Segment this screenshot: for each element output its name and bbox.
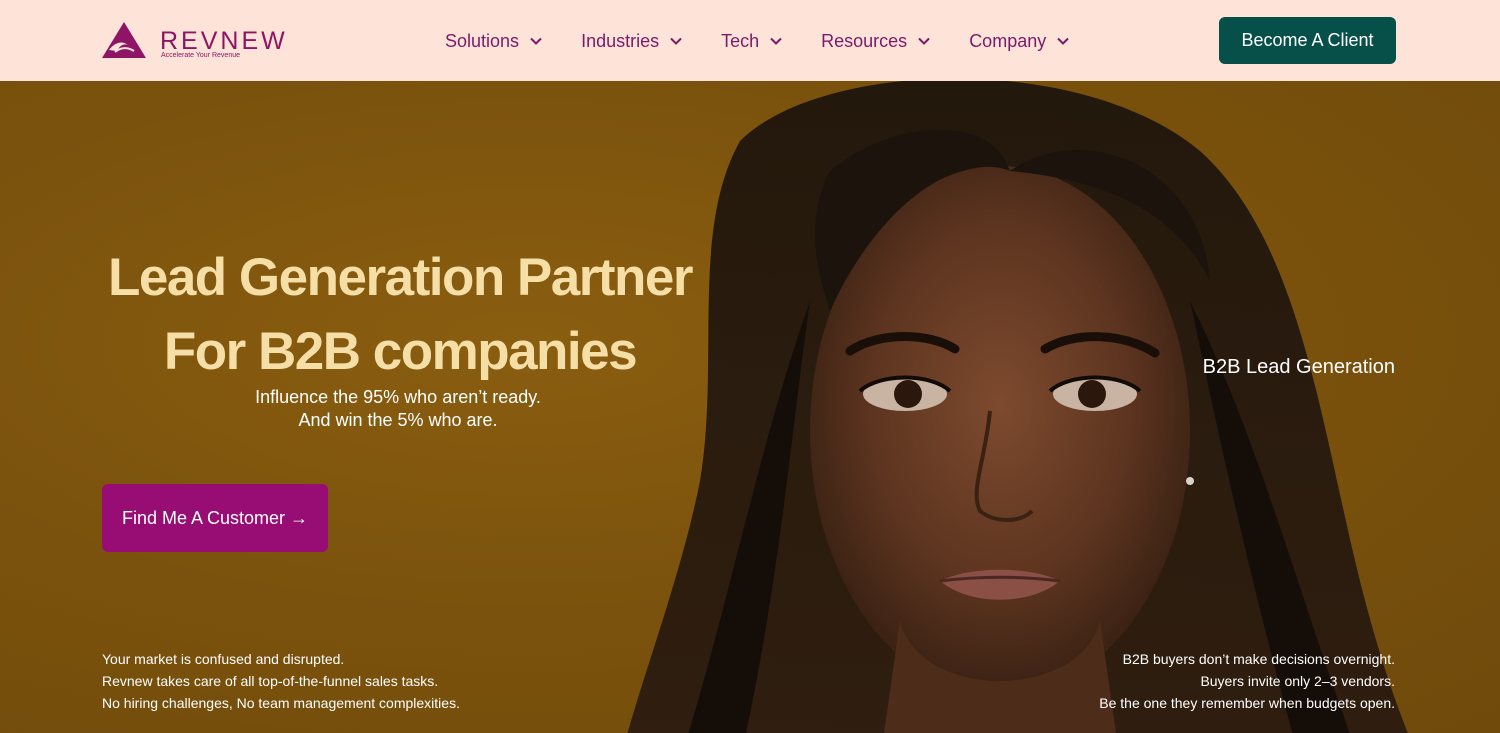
nav-item-label: Resources bbox=[821, 30, 908, 51]
site-header: REVNEW Accelerate Your Revenue Solutions… bbox=[0, 0, 1500, 81]
nav-item-industries[interactable]: Industries bbox=[581, 31, 682, 52]
chevron-down-icon bbox=[670, 37, 682, 45]
hero-section: Lead Generation Partner For B2B companie… bbox=[0, 81, 1500, 733]
right-note-line: Be the one they remember when budgets op… bbox=[1099, 695, 1395, 711]
nav-item-label: Solutions bbox=[445, 30, 520, 51]
left-note-line: Your market is confused and disrupted. bbox=[102, 651, 345, 667]
right-note-line: B2B buyers don’t make decisions overnigh… bbox=[1122, 651, 1395, 667]
find-me-a-customer-button[interactable]: Find Me A Customer → bbox=[102, 484, 328, 552]
nav-item-label: Tech bbox=[721, 30, 760, 51]
hero-subtitle-line-1: Influence the 95% who aren’t ready. bbox=[255, 387, 541, 407]
hero-subtitle: Influence the 95% who aren’t ready. And … bbox=[100, 386, 696, 432]
chevron-down-icon bbox=[918, 37, 930, 45]
hero-title: Lead Generation Partner For B2B companie… bbox=[100, 241, 700, 389]
nav-item-resources[interactable]: Resources bbox=[821, 31, 930, 52]
nav-item-tech[interactable]: Tech bbox=[721, 31, 782, 52]
right-notes: B2B buyers don’t make decisions overnigh… bbox=[1099, 648, 1395, 714]
chevron-down-icon bbox=[530, 37, 542, 45]
chevron-down-icon bbox=[770, 37, 782, 45]
logo-mark-icon bbox=[102, 22, 146, 58]
left-note-line: Revnew takes care of all top-of-the-funn… bbox=[102, 673, 439, 689]
hero-title-line-1: Lead Generation Partner bbox=[107, 248, 694, 307]
brand-tagline: Accelerate Your Revenue bbox=[161, 52, 240, 59]
nav-item-solutions[interactable]: Solutions bbox=[445, 31, 542, 52]
b2b-lead-generation-label: B2B Lead Generation bbox=[1202, 356, 1395, 378]
main-nav: Solutions Industries Tech Resources Comp… bbox=[445, 27, 1069, 55]
hero-subtitle-line-2: And win the 5% who are. bbox=[298, 410, 498, 430]
nav-item-label: Company bbox=[969, 30, 1047, 51]
left-notes: Your market is confused and disrupted. R… bbox=[102, 648, 460, 714]
revnew-logo[interactable]: REVNEW Accelerate Your Revenue bbox=[101, 20, 285, 62]
become-a-client-button[interactable]: Become A Client bbox=[1219, 17, 1396, 64]
nav-item-label: Industries bbox=[581, 30, 660, 51]
right-note-line: Buyers invite only 2–3 vendors. bbox=[1200, 673, 1395, 689]
chevron-down-icon bbox=[1057, 37, 1069, 45]
left-note-line: No hiring challenges, No team management… bbox=[102, 695, 460, 711]
hero-title-line-2: For B2B companies bbox=[163, 322, 638, 381]
nav-item-company[interactable]: Company bbox=[969, 31, 1069, 52]
